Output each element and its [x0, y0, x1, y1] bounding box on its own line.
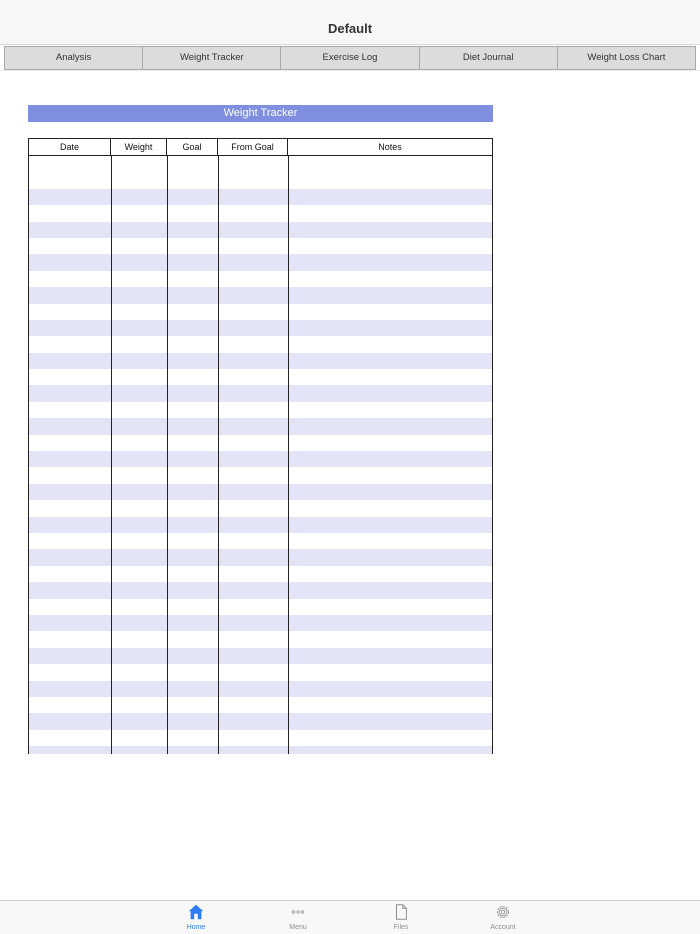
column-header-from-goal: From Goal [218, 139, 288, 155]
table-row[interactable] [29, 221, 492, 238]
tab-diet-journal[interactable]: Diet Journal [418, 46, 557, 70]
tabbar-label: Menu [289, 924, 307, 931]
table-row[interactable] [29, 647, 492, 665]
table-row[interactable] [29, 352, 492, 370]
table-row[interactable] [29, 631, 492, 647]
tabbar-home[interactable]: Home [166, 903, 226, 934]
document-title: Default [327, 21, 373, 36]
column-header-notes: Notes [378, 142, 402, 152]
column-header-weight: Weight [111, 139, 167, 155]
tab-weight-loss-chart[interactable]: Weight Loss Chart [556, 46, 697, 70]
tabbar-files[interactable]: Files [371, 903, 431, 934]
table-row[interactable] [29, 483, 492, 501]
table-row[interactable] [29, 614, 492, 632]
tabs-divider [0, 70, 700, 71]
table-row[interactable] [29, 435, 492, 451]
column-divider [288, 156, 289, 754]
table-row[interactable] [29, 287, 492, 304]
table-header-row: Date Weight Goal From Goal Notes [29, 139, 492, 156]
table-row[interactable] [29, 730, 492, 746]
gear-icon [496, 905, 510, 919]
tabbar-label: Home [186, 924, 206, 931]
table-row[interactable] [29, 172, 492, 188]
table-row[interactable] [29, 599, 492, 615]
tab-analysis[interactable]: Analysis [4, 46, 143, 70]
table-row[interactable] [29, 664, 492, 680]
table-row[interactable] [29, 385, 492, 402]
column-divider [218, 156, 219, 754]
tabbar-account[interactable]: Account [473, 903, 533, 934]
column-header-date: Date [29, 139, 111, 155]
table-row[interactable] [29, 188, 492, 206]
tabbar-label: Files [393, 924, 409, 931]
tabbar-label: Account [490, 924, 516, 931]
sheet-tabs: Analysis Weight Tracker Exercise Log Die… [4, 46, 697, 70]
file-icon [396, 904, 407, 920]
more-icon [291, 910, 305, 914]
table-row[interactable] [29, 549, 492, 566]
home-icon [188, 904, 204, 920]
table-row[interactable] [29, 697, 492, 713]
table-row[interactable] [29, 369, 492, 385]
table-row[interactable] [29, 205, 492, 221]
table-row[interactable] [29, 746, 492, 754]
table-row[interactable] [29, 254, 492, 271]
table-row[interactable] [29, 533, 492, 549]
table-row[interactable] [29, 451, 492, 468]
tab-exercise-log[interactable]: Exercise Log [280, 46, 419, 70]
column-divider [111, 156, 112, 754]
table-row[interactable] [29, 271, 492, 287]
sheet-title: Weight Tracker [28, 105, 493, 122]
table-row[interactable] [29, 319, 492, 337]
table-row[interactable] [29, 467, 492, 483]
tab-weight-tracker[interactable]: Weight Tracker [142, 46, 281, 70]
table-row[interactable] [29, 582, 492, 599]
table-row[interactable] [29, 516, 492, 533]
table-row[interactable] [29, 336, 492, 352]
table-row[interactable] [29, 713, 492, 730]
table-row[interactable] [29, 156, 492, 172]
column-divider [167, 156, 168, 754]
navigation-bar: Default [0, 0, 700, 45]
weight-table: Date Weight Goal From Goal Notes [28, 138, 493, 754]
table-body[interactable] [29, 156, 492, 754]
table-row[interactable] [29, 500, 492, 516]
bottom-tab-bar: Home Menu Files Account [0, 900, 700, 934]
table-row[interactable] [29, 418, 492, 435]
table-row[interactable] [29, 238, 492, 254]
column-header-goal: Goal [167, 139, 218, 155]
table-row[interactable] [29, 304, 492, 320]
table-row[interactable] [29, 566, 492, 582]
tabbar-menu[interactable]: Menu [268, 903, 328, 934]
table-row[interactable] [29, 680, 492, 697]
table-row[interactable] [29, 402, 492, 418]
